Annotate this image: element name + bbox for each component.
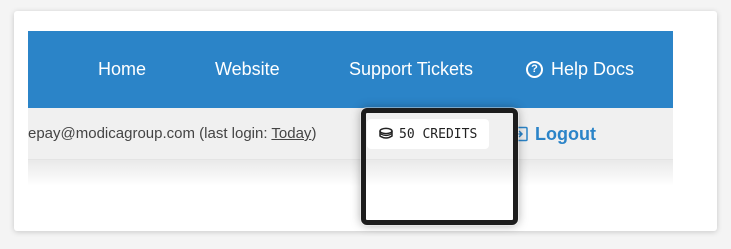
login-info: epay@modicagroup.com (last login: Today) [28, 108, 316, 160]
logout-label: Logout [535, 123, 596, 144]
top-navbar: Home Website Support Tickets ? Help Docs [28, 31, 673, 108]
last-login-link[interactable]: Today [271, 125, 311, 142]
user-email: epay@modicagroup.com (last login: [28, 125, 272, 142]
nav-help-docs-label: Help Docs [551, 59, 635, 79]
help-circle-icon: ? [526, 61, 543, 78]
nav-help-docs[interactable]: ? Help Docs [526, 31, 634, 108]
nav-website[interactable]: Website [215, 31, 280, 108]
account-bar: epay@modicagroup.com (last login: Today)… [28, 108, 673, 160]
account-bar-shadow [28, 160, 673, 186]
logout-link[interactable]: Logout [513, 108, 596, 160]
nav-support-tickets[interactable]: Support Tickets [349, 31, 473, 108]
credits-badge[interactable]: 50 CREDITS [367, 119, 490, 149]
nav-home[interactable]: Home [98, 31, 146, 108]
logout-icon [514, 126, 528, 142]
login-close-paren: ) [311, 125, 317, 142]
coin-stack-icon [379, 127, 393, 139]
credits-label: 50 CREDITS [399, 126, 478, 142]
